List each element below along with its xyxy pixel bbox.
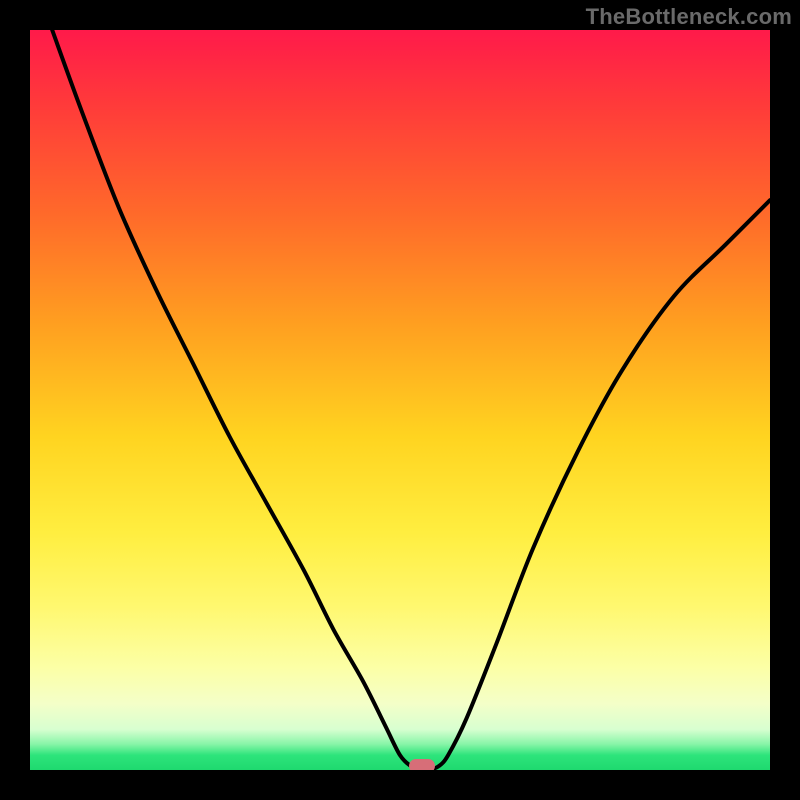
optimal-balance-marker bbox=[409, 759, 435, 770]
bottleneck-curve bbox=[30, 30, 770, 770]
plot-area bbox=[30, 30, 770, 770]
chart-frame bbox=[30, 30, 770, 770]
watermark-text: TheBottleneck.com bbox=[586, 4, 792, 30]
